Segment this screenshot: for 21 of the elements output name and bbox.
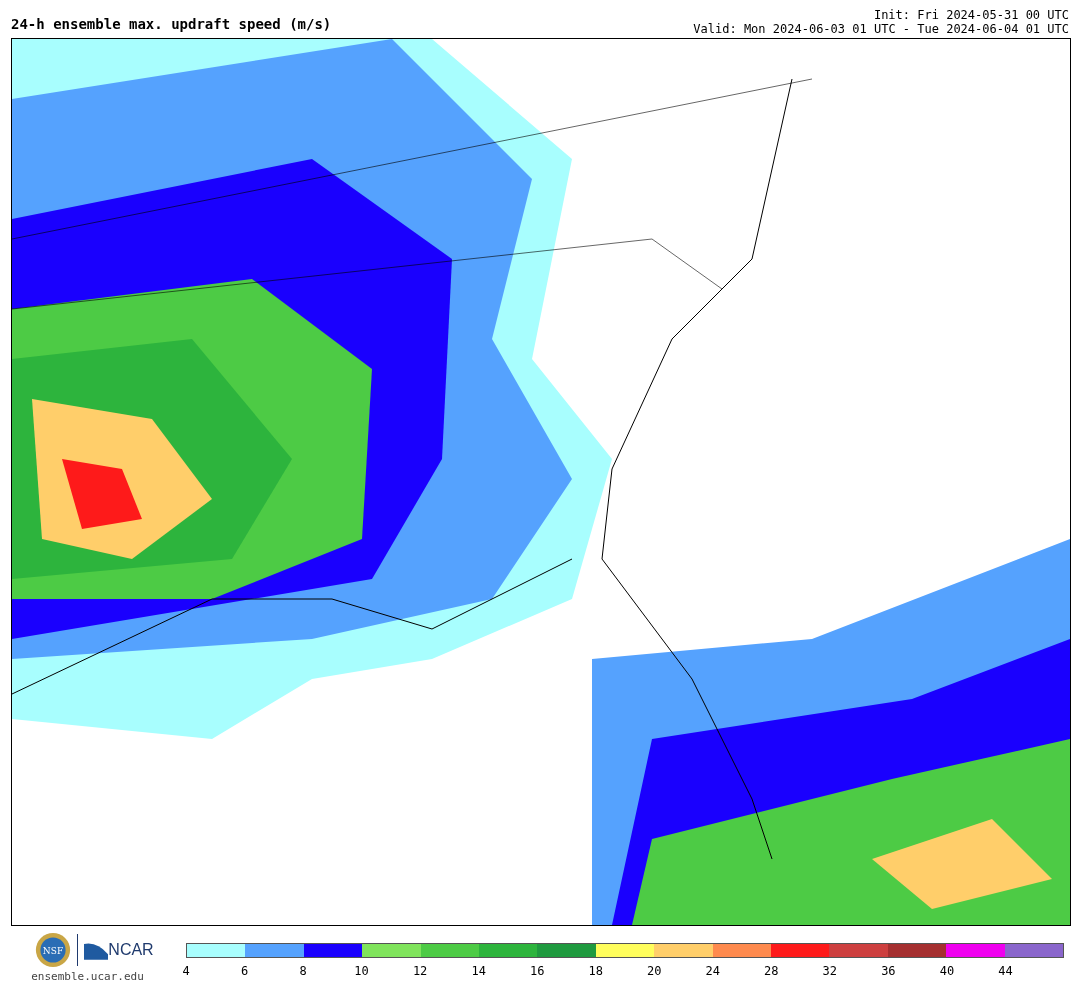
scale-tick-label: 20 [647, 964, 662, 978]
scale-tick-label: 44 [998, 964, 1013, 978]
map-title: 24-h ensemble max. updraft speed (m/s) [11, 16, 332, 34]
site-url: ensemble.ucar.edu [31, 970, 144, 983]
scale-tick-label: 28 [764, 964, 779, 978]
scale-tick-label: 14 [471, 964, 486, 978]
scale-tick-label: 8 [299, 964, 307, 978]
scale-tick-label: 18 [588, 964, 603, 978]
scale-tick-label: 32 [822, 964, 838, 978]
scale-tick-label: 10 [354, 964, 369, 978]
seal-logo-icon: NSF [35, 932, 72, 968]
valid-time: Valid: Mon 2024-06-03 01 UTC - Tue 2024-06-04 01 UTC [693, 22, 1069, 36]
scale-tick-label: 6 [240, 964, 249, 978]
scale-tick-label: 12 [412, 964, 428, 978]
ncar-logo: NCAR [108, 941, 154, 959]
scale-tick-label: 24 [705, 964, 720, 978]
init-time: Init: Fri 2024-05-31 00 UTC [873, 8, 1069, 22]
scale-tick-label: 16 [529, 964, 545, 978]
scale-tick-label: 36 [881, 964, 896, 978]
scale-tick-label: 4 [182, 964, 190, 978]
scale-tick-label: 40 [939, 964, 955, 978]
